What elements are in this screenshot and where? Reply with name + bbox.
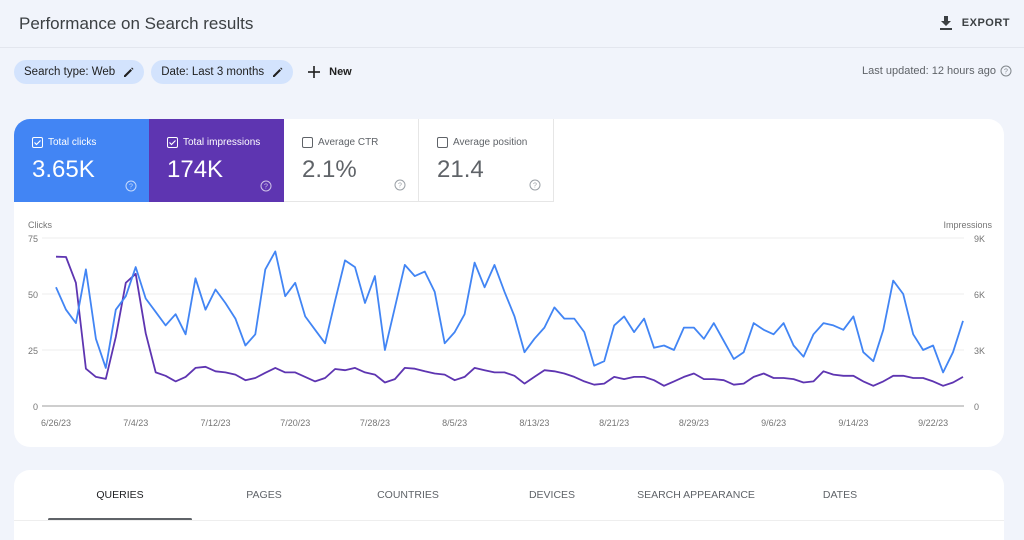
tab-search-appearance[interactable]: SEARCH APPEARANCE [624,470,768,520]
dimension-tabs-card: QUERIES PAGES COUNTRIES DEVICES SEARCH APPEA… [14,470,1004,540]
svg-text:?: ? [533,183,537,190]
x-tick-label: 8/5/23 [442,418,467,428]
new-label: New [329,66,352,78]
search-type-chip[interactable]: Search type: Web [14,60,145,84]
tab-pages[interactable]: PAGES [192,470,336,520]
x-tick-label: 9/6/23 [761,418,786,428]
tab-queries[interactable]: QUERIES [48,470,192,521]
dimension-tabs: QUERIES PAGES COUNTRIES DEVICES SEARCH APPEA… [48,470,912,521]
series-line-total-impressions [55,255,964,387]
x-tick-label: 6/26/23 [41,418,71,428]
metric-label: Total impressions [183,137,261,148]
series-line-total-clicks [55,250,964,374]
pencil-icon [124,67,134,77]
metric-label: Total clicks [48,137,97,148]
x-tick-label: 8/29/23 [679,418,709,428]
download-icon [939,16,952,30]
x-tick-label: 8/13/23 [519,418,549,428]
page-title: Performance on Search results [19,14,254,33]
x-tick-label: 8/21/23 [599,418,629,428]
x-tick-label: 7/12/23 [200,418,230,428]
left-tick-label: 75 [28,234,38,244]
svg-text:?: ? [398,183,402,190]
date-chip[interactable]: Date: Last 3 months [151,60,294,84]
page-header: Performance on Search results EXPORT [0,0,1024,48]
performance-chart: 0 0 25 3K 50 6K 75 9K Clicks Impressions 6/26/23 7/… [28,220,993,428]
left-axis-label: Clicks [28,220,52,230]
metric-total-impressions[interactable]: Total impressions 174K ? [149,119,284,202]
checkbox-checked-icon[interactable] [32,137,43,148]
x-tick-label: 7/28/23 [360,418,390,428]
x-tick-label: 9/14/23 [838,418,868,428]
help-icon[interactable]: ? [125,180,137,192]
right-tick-label: 9K [974,234,985,244]
right-tick-label: 0 [974,402,979,412]
metric-cards: Total clicks 3.65K ? Total impressions 1… [14,119,1004,202]
svg-text:?: ? [129,184,133,191]
left-tick-label: 25 [28,346,38,356]
help-icon[interactable]: ? [260,180,272,192]
chip-label: Search type: Web [24,66,116,78]
metric-label: Average position [453,137,528,148]
right-tick-label: 3K [974,346,985,356]
tab-dates[interactable]: DATES [768,470,912,520]
svg-text:?: ? [1004,69,1008,76]
new-filter-button[interactable]: New [308,66,352,78]
x-tick-label: 7/4/23 [123,418,148,428]
right-tick-label: 6K [974,290,985,300]
tab-countries[interactable]: COUNTRIES [336,470,480,520]
export-label: EXPORT [961,17,1010,29]
tab-devices[interactable]: DEVICES [480,470,624,520]
metric-average-ctr[interactable]: Average CTR 2.1% ? [284,119,419,202]
left-tick-label: 50 [28,290,38,300]
last-updated-text: Last updated: 12 hours ago [862,65,996,77]
help-icon[interactable]: ? [529,179,541,191]
performance-card: Total clicks 3.65K ? Total impressions 1… [14,119,1004,447]
x-tick-label: 9/22/23 [918,418,948,428]
plus-icon [308,66,321,78]
export-button[interactable]: EXPORT [939,16,1010,30]
filter-bar: Search type: Web Date: Last 3 months New [14,60,352,84]
metric-average-position[interactable]: Average position 21.4 ? [419,119,554,202]
checkbox-icon[interactable] [437,137,448,148]
help-icon[interactable]: ? [1000,65,1012,77]
tabs-divider [14,520,1004,521]
left-tick-label: 0 [33,402,38,412]
chip-label: Date: Last 3 months [161,66,265,78]
svg-text:?: ? [264,184,268,191]
x-tick-label: 7/20/23 [280,418,310,428]
help-icon[interactable]: ? [394,179,406,191]
checkbox-icon[interactable] [302,137,313,148]
checkbox-checked-icon[interactable] [167,137,178,148]
right-axis-label: Impressions [943,220,992,230]
metric-label: Average CTR [318,137,379,148]
last-updated: Last updated: 12 hours ago ? [862,65,1012,77]
pencil-icon [273,67,283,77]
metric-total-clicks[interactable]: Total clicks 3.65K ? [14,119,149,202]
